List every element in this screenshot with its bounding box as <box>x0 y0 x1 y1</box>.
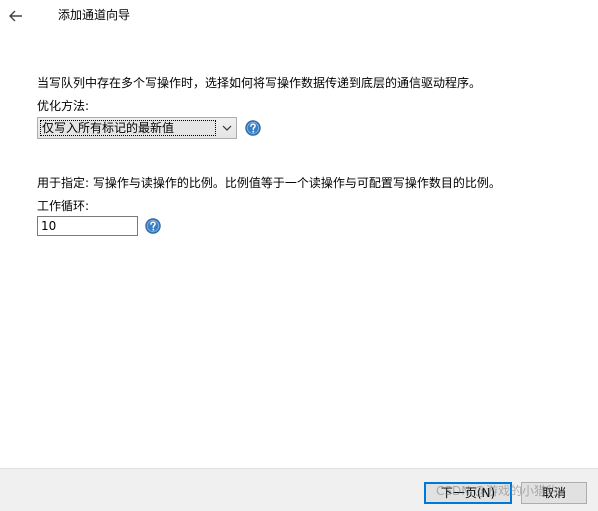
duty-cycle-description: 用于指定: 写操作与读操作的比例。比例值等于一个读操作与可配置写操作数目的比例。 <box>37 176 501 190</box>
duty-cycle-input[interactable] <box>37 216 138 236</box>
add-channel-wizard-window: 添加通道向导 当写队列中存在多个写操作时，选择如何将写操作数据传递到底层的通信驱… <box>0 0 598 511</box>
optimization-description: 当写队列中存在多个写操作时，选择如何将写操作数据传递到底层的通信驱动程序。 <box>37 76 482 90</box>
next-button[interactable]: 下一页(N) <box>424 482 512 504</box>
duty-cycle-label: 工作循环: <box>37 199 90 213</box>
duty-cycle-help-icon[interactable] <box>145 218 161 234</box>
wizard-footer: 下一页(N) 取消 <box>0 468 598 511</box>
back-button[interactable] <box>4 4 28 28</box>
optimization-help-icon[interactable] <box>245 120 261 136</box>
title-bar: 添加通道向导 <box>0 0 598 32</box>
back-arrow-icon <box>9 10 22 22</box>
optimization-method-value: 仅写入所有标记的最新值 <box>40 120 216 136</box>
cancel-button[interactable]: 取消 <box>521 482 587 504</box>
window-title: 添加通道向导 <box>58 8 131 22</box>
chevron-down-icon <box>218 118 236 138</box>
optimization-method-label: 优化方法: <box>37 99 90 113</box>
optimization-method-select[interactable]: 仅写入所有标记的最新值 <box>37 117 237 139</box>
